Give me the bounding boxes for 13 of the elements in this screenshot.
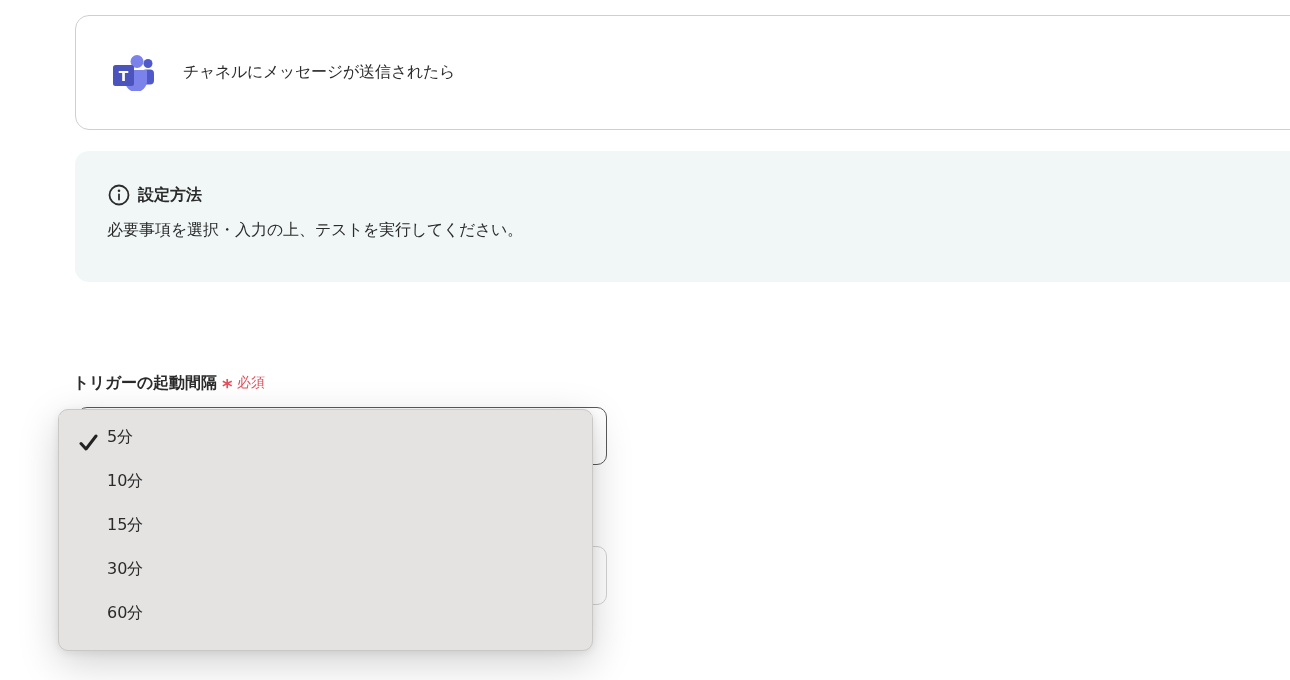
dropdown-option[interactable]: 30分 xyxy=(59,547,592,591)
dropdown-option[interactable]: 10分 xyxy=(59,459,592,503)
checkmark-icon xyxy=(79,434,98,451)
trigger-title: チャネルにメッセージが送信されたら xyxy=(183,62,455,83)
required-label: 必須 xyxy=(237,374,266,392)
dropdown-option[interactable]: 5分 xyxy=(59,415,592,459)
info-title: 設定方法 xyxy=(138,184,202,206)
dropdown-option[interactable]: 60分 xyxy=(59,591,592,635)
info-icon xyxy=(108,184,130,206)
required-asterisk: * xyxy=(222,376,233,396)
field-label: トリガーの起動間隔 xyxy=(73,372,217,394)
info-description: 必要事項を選択・入力の上、テストを実行してください。 xyxy=(107,220,524,241)
dropdown-option[interactable]: 15分 xyxy=(59,503,592,547)
